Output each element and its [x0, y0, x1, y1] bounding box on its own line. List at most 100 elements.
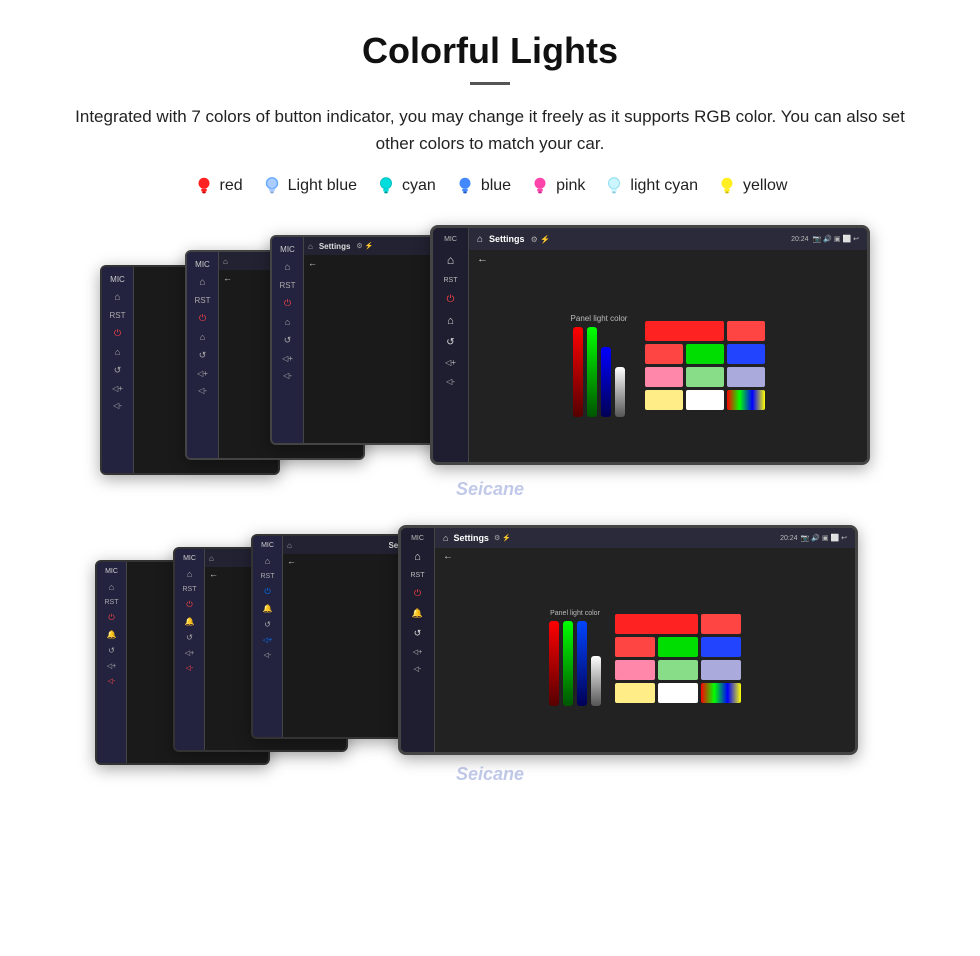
- top-devices-section: MIC ⌂ RST ⏻ ⌂ ↺ ◁+ ◁- MIC ⌂ RST ⏻: [40, 225, 940, 505]
- side-vol1-2: ◁+: [197, 369, 208, 378]
- b-cg-white: [658, 683, 698, 703]
- b-main-status-icons: 📷 🔊 ▣ ⬜ ↩: [801, 534, 847, 542]
- side-power-main: ⏻: [447, 294, 455, 305]
- b-bar-red: [549, 621, 559, 706]
- color-item-yellow: yellow: [716, 175, 787, 197]
- red-bulb-icon: [193, 175, 215, 197]
- b-side-vol1-2: ◁+: [185, 649, 194, 657]
- color-label-red: red: [220, 177, 243, 195]
- color-item-pink: pink: [529, 175, 585, 197]
- b-cg-green: [658, 637, 698, 657]
- b-cg-lightgreen: [658, 660, 698, 680]
- page-title: Colorful Lights: [40, 30, 940, 72]
- b-side-vol2-3: ◁-: [264, 651, 272, 659]
- topbar-home-3: ⌂: [308, 242, 313, 251]
- side-vol2-main: ◁-: [446, 377, 455, 386]
- color-label-lightblue: Light blue: [288, 177, 357, 195]
- b2-back: ←: [209, 569, 218, 579]
- b-side-power-2: ⏻: [186, 600, 192, 610]
- side-home2-2: ⌂: [200, 332, 205, 342]
- b-side-home-2: ⌂: [187, 569, 192, 579]
- b-side-home-3: ⌂: [265, 556, 270, 566]
- yellow-bulb-icon: [716, 175, 738, 197]
- back-btn-2: ←: [223, 273, 232, 283]
- cg-pink: [645, 367, 683, 387]
- b-side-bell-3: 🔔: [263, 604, 273, 613]
- lightblue-bulb-icon: [261, 175, 283, 197]
- cg-red-sm: [727, 321, 765, 341]
- bar-green-main: [587, 327, 597, 417]
- cg-lavender: [727, 367, 765, 387]
- color-item-blue: blue: [454, 175, 511, 197]
- color-label-lightcyan: light cyan: [630, 177, 698, 195]
- bottom-devices-section: MIC ⌂ RST ⏻ 🔔 ↺ ◁+ ◁- MIC ⌂ RST ⏻: [40, 525, 940, 790]
- side-back-2: ↺: [199, 350, 207, 361]
- b-cg-lavender: [701, 660, 741, 680]
- b3-back: ←: [287, 556, 296, 566]
- b-side-bell-main: 🔔: [412, 608, 423, 619]
- b-cg-yellow: [615, 683, 655, 703]
- cg-white: [686, 390, 724, 410]
- b-side-vol2-main: ◁-: [414, 665, 422, 673]
- b-side-back-main: ↺: [414, 628, 422, 639]
- b-side-rst-2: RST: [183, 586, 197, 593]
- b-panel-label: Panel light color: [550, 610, 600, 617]
- b-cg-red2: [615, 637, 655, 657]
- color-item-red: red: [193, 175, 243, 197]
- side-rst-main: RST: [444, 277, 458, 284]
- b-side-power-1: ⏻: [108, 613, 114, 623]
- cg-red-wide: [645, 321, 724, 341]
- watermark-top: Seicane: [456, 479, 524, 500]
- b2-topbar-home: ⌂: [209, 554, 214, 563]
- side-mic-main: MIC: [444, 236, 457, 243]
- b-side-home-main: ⌂: [414, 551, 421, 563]
- side-vol2-3: ◁-: [283, 371, 292, 380]
- b-side-power-main: ⏻: [414, 588, 421, 599]
- b-side-back-3: ↺: [264, 620, 271, 629]
- side-rst-1: RST: [110, 311, 126, 320]
- b-bar-blue: [577, 621, 587, 706]
- side-vol1-main: ◁+: [445, 358, 456, 367]
- b-device-mockup-main: MIC ⌂ RST ⏻ 🔔 ↺ ◁+ ◁- ⌂ Settings ⚙: [398, 525, 858, 755]
- b-cg-rainbow: [701, 683, 741, 703]
- cg-rainbow: [727, 390, 765, 410]
- bar-red-main: [573, 327, 583, 417]
- b-side-rst-3: RST: [261, 573, 275, 580]
- side-back-main: ↺: [446, 337, 454, 348]
- b-side-mic-main: MIC: [411, 535, 424, 542]
- lightcyan-bulb-icon: [603, 175, 625, 197]
- cg-yellow: [645, 390, 683, 410]
- cg-blue: [727, 344, 765, 364]
- side-vol2-1: ◁-: [113, 401, 122, 410]
- b-side-back-2: ↺: [186, 633, 193, 642]
- b-side-bell-1: 🔔: [107, 630, 117, 639]
- b-cg-red-sm: [701, 614, 741, 634]
- main-topbar-settings: Settings: [489, 234, 525, 244]
- b-main-settings: Settings: [453, 533, 489, 543]
- main-topbar-gear: ⚙ ⚡: [531, 235, 550, 244]
- b-bar-green: [563, 621, 573, 706]
- blue-bulb-icon: [454, 175, 476, 197]
- b-main-back: ←: [443, 551, 453, 562]
- color-label-cyan: cyan: [402, 177, 436, 195]
- side-vol2-2: ◁-: [198, 386, 207, 395]
- side-vol1-3: ◁+: [282, 354, 293, 363]
- side-back-3: ↺: [284, 335, 292, 346]
- side-home-1: ⌂: [114, 292, 120, 303]
- cg-lightgreen: [686, 367, 724, 387]
- side-power-1: ⏻: [114, 328, 121, 339]
- b-main-clock: 20:24: [780, 535, 798, 542]
- b-side-home-1: ⌂: [109, 582, 114, 592]
- main-clock: 20:24: [791, 236, 809, 243]
- panel-light-label: Panel light color: [571, 314, 628, 323]
- side-rst-2: RST: [195, 296, 211, 305]
- b-cg-red-wide: [615, 614, 698, 634]
- b-side-vol2-1: ◁-: [108, 677, 116, 685]
- b-side-back-1: ↺: [108, 646, 115, 655]
- color-label-yellow: yellow: [743, 177, 787, 195]
- b-cg-pink: [615, 660, 655, 680]
- b-side-mic-2: MIC: [183, 555, 196, 562]
- side-home-2: ⌂: [199, 277, 205, 288]
- color-item-cyan: cyan: [375, 175, 436, 197]
- side-vol1-1: ◁+: [112, 384, 123, 393]
